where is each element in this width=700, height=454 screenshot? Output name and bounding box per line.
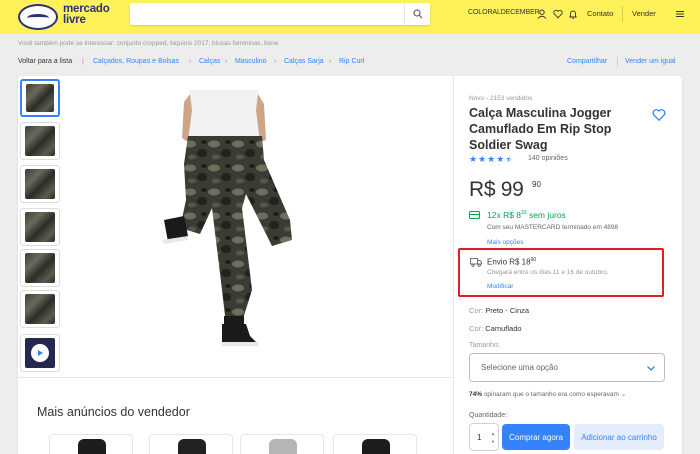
more-item-card-1[interactable] bbox=[49, 434, 133, 454]
breadcrumb-item-masculino[interactable]: Masculino bbox=[235, 58, 267, 65]
color-attribute-1: Cor: Preto - Cinza bbox=[469, 306, 529, 315]
search-icon bbox=[412, 9, 422, 19]
search-button[interactable] bbox=[404, 3, 430, 25]
favorites-icon[interactable] bbox=[551, 7, 565, 21]
size-feedback-text: opinaram que o tamanho era como esperava… bbox=[482, 391, 619, 398]
contact-link[interactable]: Contato bbox=[587, 9, 613, 18]
color-attribute-2: Cor: Camuflado bbox=[469, 324, 522, 333]
color-label: Cor: bbox=[469, 306, 486, 315]
menu-icon[interactable] bbox=[673, 7, 687, 21]
star-icon: ★ bbox=[496, 154, 505, 164]
thumbnail-1[interactable] bbox=[20, 79, 60, 117]
thumbnail-3[interactable] bbox=[20, 165, 60, 203]
play-icon bbox=[31, 344, 49, 362]
star-icon: ★ bbox=[478, 154, 487, 164]
color-label: Cor: bbox=[469, 324, 486, 333]
decrement-icon[interactable]: ▼ bbox=[491, 439, 495, 444]
logo-text-line2: livre bbox=[63, 14, 86, 26]
user-icon[interactable] bbox=[535, 7, 549, 21]
more-item-card-4[interactable] bbox=[333, 434, 417, 454]
product-main-image[interactable] bbox=[160, 90, 300, 360]
star-icon: ★ bbox=[487, 154, 496, 164]
thumbnail-2[interactable] bbox=[20, 122, 60, 160]
back-to-list-link[interactable]: Voltar para a lista bbox=[18, 58, 72, 65]
sell-same-link[interactable]: Vender um igual bbox=[625, 58, 676, 65]
size-label: Tamanho: bbox=[469, 342, 500, 349]
breadcrumb-item-calcados[interactable]: Calçados, Roupas e Bolsas bbox=[93, 58, 179, 65]
color-value: Camuflado bbox=[485, 324, 522, 333]
breadcrumb-item-rip-curl[interactable]: Rip Curl bbox=[339, 58, 364, 65]
star-half-icon: ★ bbox=[505, 154, 514, 164]
shipping-price: Envio R$ 1890 bbox=[487, 257, 536, 267]
bell-icon[interactable] bbox=[566, 7, 580, 21]
handshake-icon bbox=[18, 4, 58, 30]
column-divider bbox=[453, 76, 454, 454]
price-cents: 90 bbox=[532, 180, 541, 189]
shipping-value: Envio R$ 18 bbox=[487, 257, 531, 267]
top-header: mercado livre COLORALDECEMBER Contato Ve… bbox=[0, 0, 700, 34]
star-icon: ★ bbox=[469, 154, 478, 164]
quantity-value: 1 bbox=[477, 433, 482, 442]
price-integer: 99 bbox=[500, 178, 524, 201]
quantity-label: Quantidade: bbox=[469, 412, 508, 419]
search-bar bbox=[130, 3, 430, 25]
section-divider bbox=[18, 377, 453, 378]
quantity-stepper[interactable]: 1 ▲ ▼ bbox=[469, 423, 499, 451]
shipping-cents: 90 bbox=[530, 257, 537, 263]
installments-card-info: Com seu MASTERCARD terminado em 4898 bbox=[487, 224, 619, 231]
installments-value: 12x R$ 8 bbox=[487, 210, 522, 220]
breadcrumb-separator: | bbox=[82, 58, 84, 65]
price: R$ 99 bbox=[469, 178, 524, 202]
breadcrumb-separator: › bbox=[189, 58, 192, 65]
size-select[interactable]: Selecione uma opção bbox=[469, 353, 665, 382]
installments: 12x R$ 833 sem juros bbox=[487, 210, 566, 220]
more-item-card-2[interactable] bbox=[149, 434, 233, 454]
suggestions-text: Você também pode se interessar: conjunto… bbox=[18, 40, 279, 47]
breadcrumb-item-calcas[interactable]: Calças bbox=[199, 58, 220, 65]
header-divider bbox=[622, 6, 623, 22]
price-currency: R$ bbox=[469, 178, 496, 201]
chevron-down-icon[interactable]: ⌄ bbox=[621, 391, 626, 398]
add-to-cart-button[interactable]: Adicionar ao carrinho bbox=[574, 424, 664, 450]
thumbnail-6[interactable] bbox=[20, 290, 60, 328]
share-link[interactable]: Compartilhar bbox=[567, 58, 607, 65]
more-payment-options-link[interactable]: Mais opções bbox=[487, 239, 524, 246]
installments-suffix: sem juros bbox=[526, 210, 566, 220]
rating-stars[interactable]: ★ ★ ★ ★ ★ bbox=[469, 155, 513, 164]
color-value: Preto - Cinza bbox=[485, 306, 530, 315]
credit-card-icon bbox=[469, 211, 480, 219]
sell-link[interactable]: Vender bbox=[632, 9, 656, 18]
increment-icon[interactable]: ▲ bbox=[491, 431, 495, 436]
breadcrumb-separator: › bbox=[225, 58, 228, 65]
condition-sold: Novo - 2153 vendidos bbox=[469, 95, 533, 102]
thumbnail-4[interactable] bbox=[20, 208, 60, 246]
breadcrumb-separator: › bbox=[274, 58, 277, 65]
thumbnail-5[interactable] bbox=[20, 249, 60, 287]
more-item-card-3[interactable] bbox=[240, 434, 324, 454]
breadcrumb-item-calcas-sarja[interactable]: Calças Sarja bbox=[284, 58, 324, 65]
actions-divider bbox=[617, 57, 618, 67]
mercadolivre-logo[interactable]: mercado livre bbox=[18, 3, 118, 31]
size-select-placeholder: Selecione uma opção bbox=[481, 363, 558, 372]
shipping-delivery-dates: Chegará entre os dias 11 e 16 de outubro… bbox=[487, 269, 609, 276]
chevron-down-icon bbox=[647, 366, 655, 371]
more-from-seller-title: Mais anúncios do vendedor bbox=[37, 405, 190, 419]
truck-icon bbox=[470, 258, 482, 267]
thumbnail-video[interactable] bbox=[20, 334, 60, 372]
user-name[interactable]: COLORALDECEMBER bbox=[468, 9, 540, 16]
favorite-heart-icon[interactable] bbox=[652, 108, 666, 122]
buy-now-button[interactable]: Comprar agora bbox=[502, 424, 570, 450]
modify-shipping-link[interactable]: Modificar bbox=[487, 283, 513, 290]
breadcrumb-separator: › bbox=[329, 58, 332, 65]
search-input[interactable] bbox=[130, 3, 402, 25]
product-title: Calça Masculina Jogger Camuflado Em Rip … bbox=[469, 106, 612, 152]
reviews-count[interactable]: 140 opiniões bbox=[528, 155, 568, 162]
size-feedback-percent: 74% bbox=[469, 391, 483, 398]
size-feedback: 74% opinaram que o tamanho era como espe… bbox=[469, 390, 626, 398]
